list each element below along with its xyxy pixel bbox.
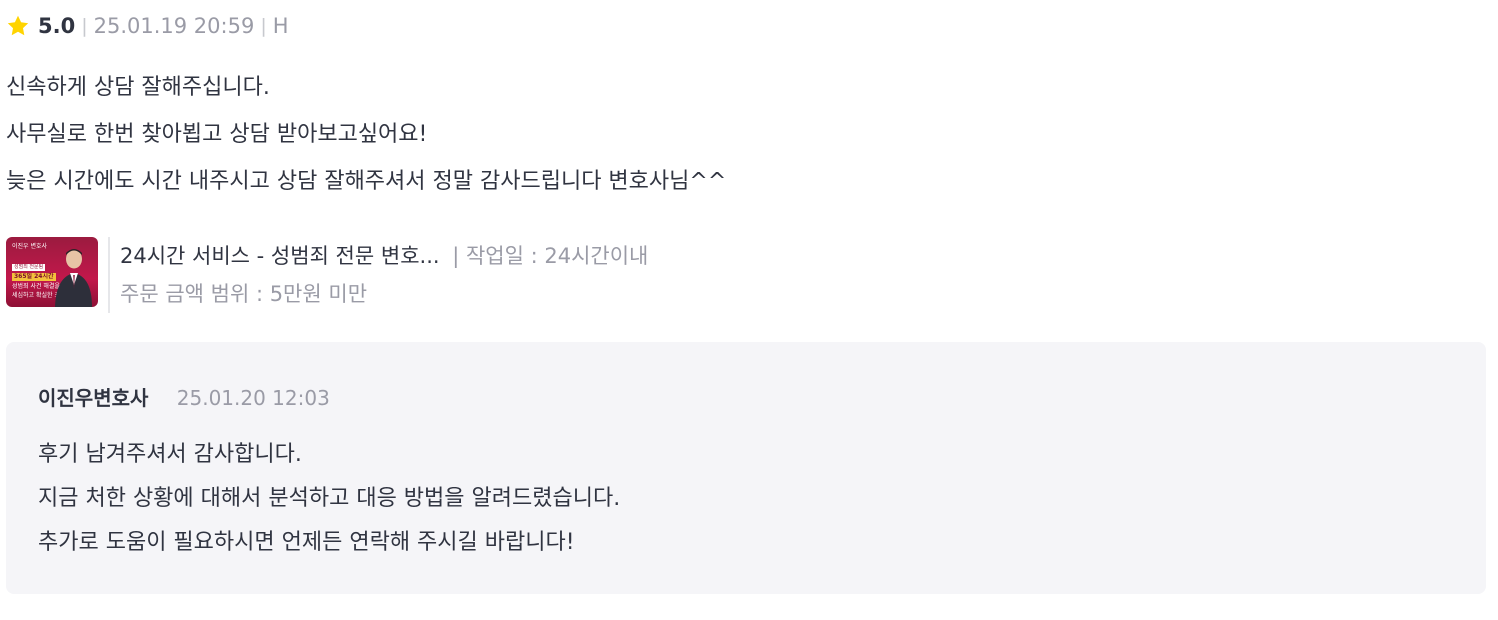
review-date: 25.01.19 20:59 bbox=[93, 14, 255, 38]
service-summary[interactable]: 이진우 변호사 성범죄 전문팀 365일 24시간 성범죄 사건 해결을 위한 … bbox=[6, 237, 648, 313]
meta-separator: | bbox=[260, 15, 267, 37]
service-info: 24시간 서비스 - 성범죄 전문 변호... | 작업일 : 24시간이내 주… bbox=[120, 237, 648, 313]
reply-date: 25.01.20 12:03 bbox=[176, 386, 330, 410]
service-divider bbox=[108, 237, 110, 313]
star-icon bbox=[7, 15, 29, 36]
thumbnail-highlight: 365일 24시간 bbox=[12, 273, 56, 281]
reply-line: 추가로 도움이 필요하시면 언제든 연락해 주시길 바랍니다! bbox=[38, 530, 575, 555]
review-meta: 5.0 | 25.01.19 20:59 | H bbox=[6, 11, 289, 41]
review-body: 신속하게 상담 잘해주십니다. 사무실로 한번 찾아뵙고 상담 받아보고싶어요!… bbox=[6, 64, 726, 205]
lawyer-portrait-image bbox=[55, 249, 92, 307]
reply-body: 후기 남겨주셔서 감사합니다. 지금 처한 상황에 대해서 분석하고 대응 방법… bbox=[38, 433, 620, 565]
service-work-period: | 작업일 : 24시간이내 bbox=[452, 244, 649, 268]
reply-author: 이진우변호사 bbox=[38, 386, 149, 410]
service-thumbnail[interactable]: 이진우 변호사 성범죄 전문팀 365일 24시간 성범죄 사건 해결을 위한 … bbox=[6, 237, 98, 307]
service-title-row: 24시간 서비스 - 성범죄 전문 변호... | 작업일 : 24시간이내 bbox=[120, 237, 648, 275]
reply-line: 지금 처한 상황에 대해서 분석하고 대응 방법을 알려드렸습니다. bbox=[38, 486, 621, 511]
review-author: H bbox=[272, 14, 289, 38]
seller-reply: 이진우변호사 25.01.20 12:03 후기 남겨주셔서 감사합니다. 지금… bbox=[6, 342, 1486, 594]
service-title-link[interactable]: 24시간 서비스 - 성범죄 전문 변호... bbox=[120, 244, 440, 268]
reply-header: 이진우변호사 25.01.20 12:03 bbox=[38, 382, 330, 411]
thumbnail-tag: 성범죄 전문팀 bbox=[12, 264, 46, 271]
reply-line: 후기 남겨주셔서 감사합니다. bbox=[38, 442, 302, 467]
review-line: 신속하게 상담 잘해주십니다. bbox=[6, 75, 270, 100]
service-price-range: 주문 금액 범위 : 5만원 미만 bbox=[120, 282, 368, 306]
review-line: 사무실로 한번 찾아뵙고 상담 받아보고싶어요! bbox=[6, 122, 428, 147]
meta-separator: | bbox=[81, 15, 88, 37]
rating-value: 5.0 bbox=[38, 14, 76, 38]
thumbnail-brand-text: 이진우 변호사 bbox=[12, 243, 48, 250]
review-line: 늦은 시간에도 시간 내주시고 상담 잘해주셔서 정말 감사드립니다 변호사님^… bbox=[6, 169, 727, 194]
